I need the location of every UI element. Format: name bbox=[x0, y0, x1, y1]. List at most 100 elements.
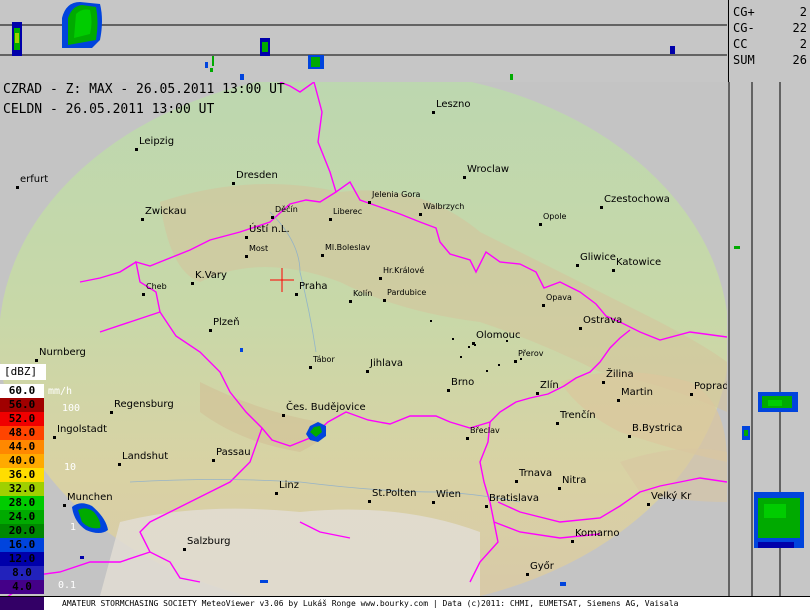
city-dot bbox=[209, 329, 212, 332]
city-dot bbox=[183, 548, 186, 551]
city-dot bbox=[63, 504, 66, 507]
city-label: Munchen bbox=[67, 492, 113, 503]
city-label: Ingolstadt bbox=[57, 424, 108, 435]
city-dot bbox=[329, 218, 332, 221]
legend-row: 16.0 bbox=[0, 538, 44, 552]
stat-label: CG- bbox=[733, 21, 755, 35]
city-label: Hr.Králové bbox=[383, 266, 425, 275]
radar-map[interactable]: Leszno Leipzig Wroclaw erfurt Dresden Jelenia… bbox=[0, 82, 727, 596]
legend-row: 44.0 bbox=[0, 440, 44, 454]
city-dot bbox=[142, 293, 145, 296]
legend-rate-100: 100 bbox=[62, 403, 81, 414]
legend-row: 40.0 bbox=[0, 454, 44, 468]
city-dot bbox=[118, 463, 121, 466]
stat-label: SUM bbox=[733, 53, 755, 67]
city-label: Győr bbox=[530, 561, 554, 572]
city-label: Opole bbox=[543, 212, 567, 221]
right-profile-echoes bbox=[728, 82, 804, 596]
city-dot bbox=[53, 436, 56, 439]
city-dot bbox=[571, 540, 574, 543]
city-label: Trnava bbox=[519, 468, 553, 479]
city-dot bbox=[514, 360, 517, 363]
city-dot bbox=[556, 422, 559, 425]
city-dot bbox=[515, 480, 518, 483]
city-label: St.Polten bbox=[372, 488, 417, 499]
legend-row: 12.0 bbox=[0, 552, 44, 566]
city-dot bbox=[542, 304, 545, 307]
city-label: Děčín bbox=[275, 205, 298, 214]
radar-header: CZRAD - Z: MAX - 26.05.2011 13:00 UT bbox=[3, 82, 285, 97]
stat-label: CC bbox=[733, 37, 748, 51]
city-label: Jelenia Gora bbox=[372, 190, 421, 199]
city-label: Poprad bbox=[694, 381, 727, 392]
city-dot bbox=[558, 487, 561, 490]
city-dot bbox=[212, 459, 215, 462]
city-label: Dresden bbox=[236, 170, 278, 181]
city-dot bbox=[245, 255, 248, 258]
legend-row: 60.0 bbox=[0, 384, 44, 398]
legend-title: [dBZ] bbox=[0, 364, 46, 380]
city-label: Jihlava bbox=[370, 358, 404, 369]
city-label: Přerov bbox=[518, 349, 544, 358]
city-dot bbox=[141, 218, 144, 221]
city-label: Žilina bbox=[606, 369, 634, 380]
top-profile-panel bbox=[0, 0, 727, 83]
city-label: Čes. Budějovice bbox=[286, 402, 366, 413]
city-dot bbox=[539, 223, 542, 226]
legend-row: 36.0 bbox=[0, 468, 44, 482]
city-label: Leipzig bbox=[139, 136, 175, 147]
city-label: Trenčín bbox=[560, 410, 596, 421]
city-label: Nurnberg bbox=[39, 347, 86, 358]
lightning-header: CELDN - 26.05.2011 13:00 UT bbox=[3, 102, 215, 117]
legend-row: 52.0 bbox=[0, 412, 44, 426]
stat-cc: CC 2 bbox=[733, 37, 807, 51]
terrain-layer bbox=[0, 82, 727, 596]
city-label: Wroclaw bbox=[467, 164, 510, 175]
stat-label: CG+ bbox=[733, 5, 755, 19]
top-profile-echoes bbox=[0, 2, 727, 80]
city-dot bbox=[349, 300, 352, 303]
legend-row: 20.0 bbox=[0, 524, 44, 538]
city-dot bbox=[690, 393, 693, 396]
legend-row: 8.0 bbox=[0, 566, 44, 580]
city-label: Velký Kr bbox=[651, 491, 692, 502]
city-dot bbox=[579, 327, 582, 330]
city-label: Brno bbox=[451, 377, 475, 388]
legend-row: 24.0 bbox=[0, 510, 44, 524]
city-label: Praha bbox=[299, 281, 328, 292]
city-label: Kolín bbox=[353, 289, 373, 298]
city-dot bbox=[309, 366, 312, 369]
stat-value: 2 bbox=[799, 37, 807, 51]
city-dot bbox=[419, 213, 422, 216]
city-label: Martin bbox=[621, 387, 653, 398]
city-label: Czestochowa bbox=[604, 194, 670, 205]
city-dot bbox=[110, 411, 113, 414]
city-label: Most bbox=[249, 244, 269, 253]
city-dot bbox=[191, 282, 194, 285]
city-dot bbox=[271, 216, 274, 219]
city-dot bbox=[379, 277, 382, 280]
city-dot bbox=[600, 206, 603, 209]
right-profile-panel bbox=[728, 82, 810, 610]
city-dot bbox=[245, 236, 248, 239]
dbz-legend: 60.0 56.0 52.0 48.0 44.0 40.0 36.0 32.0 28.0 24.0… bbox=[0, 384, 44, 596]
city-dot bbox=[447, 389, 450, 392]
city-dot bbox=[485, 505, 488, 508]
city-label: Wien bbox=[436, 489, 461, 500]
footer-text: AMATEUR STORMCHASING SOCIETY MeteoViewer… bbox=[62, 599, 679, 608]
legend-row: 28.0 bbox=[0, 496, 44, 510]
city-label: Komarno bbox=[575, 528, 620, 539]
lightning-stats-panel: CG+ 2 CG- 22 CC 2 SUM 26 bbox=[728, 0, 810, 83]
city-label: Ostrava bbox=[583, 315, 623, 326]
city-dot bbox=[383, 299, 386, 302]
city-dot bbox=[602, 381, 605, 384]
legend-rate-10: 10 bbox=[64, 462, 77, 473]
city-dot bbox=[135, 148, 138, 151]
city-dot bbox=[617, 399, 620, 402]
city-dot bbox=[576, 264, 579, 267]
stat-value: 2 bbox=[799, 5, 807, 19]
city-label: B.Bystrica bbox=[632, 423, 683, 434]
stat-cg-minus: CG- 22 bbox=[733, 21, 807, 35]
city-dot bbox=[368, 201, 371, 204]
legend-rate-1: 1 bbox=[70, 522, 77, 533]
